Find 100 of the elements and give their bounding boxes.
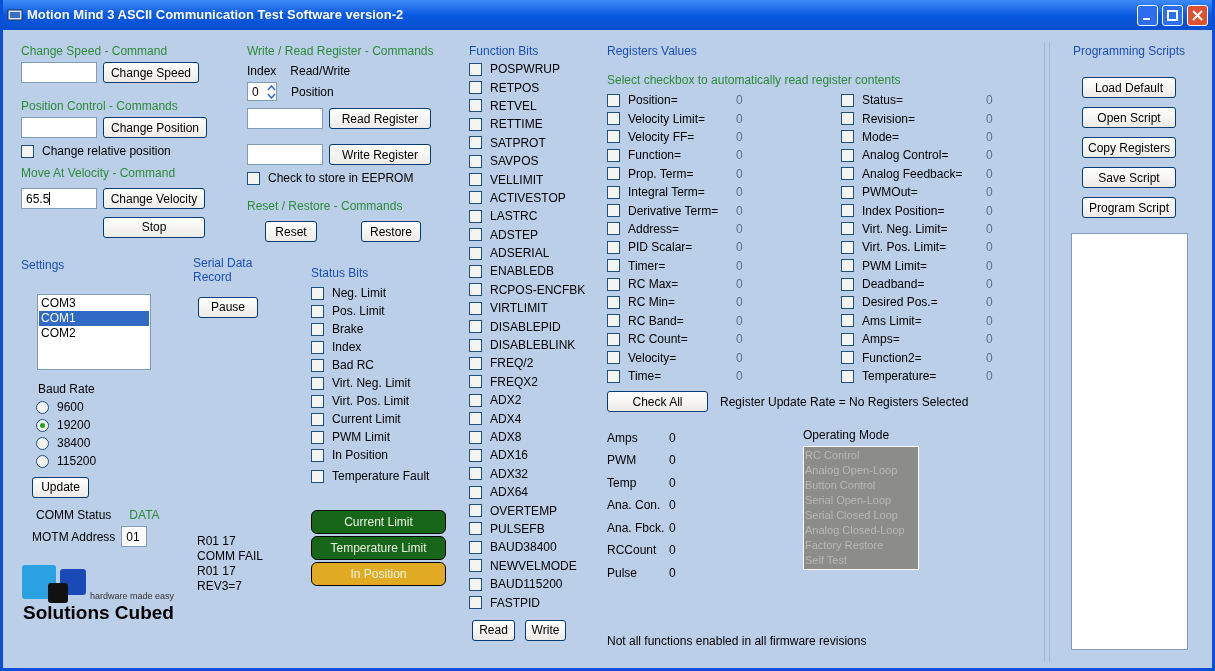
checkbox[interactable] xyxy=(607,369,620,383)
checkbox[interactable] xyxy=(469,191,482,205)
script-button[interactable]: Save Script xyxy=(1082,167,1176,188)
checkbox[interactable] xyxy=(469,412,482,426)
checkbox[interactable] xyxy=(469,485,482,499)
checkbox[interactable] xyxy=(311,394,324,408)
port-item[interactable]: COM3 xyxy=(39,296,149,311)
read-button[interactable]: Read xyxy=(472,619,515,641)
checkbox[interactable] xyxy=(469,596,482,609)
checkbox[interactable] xyxy=(607,148,620,162)
checkbox[interactable] xyxy=(841,167,854,181)
checkbox[interactable] xyxy=(841,351,854,365)
change-speed-button[interactable]: Change Speed xyxy=(103,62,199,83)
checkbox[interactable] xyxy=(469,504,482,518)
checkbox[interactable] xyxy=(469,81,482,95)
checkbox[interactable] xyxy=(247,171,260,185)
checkbox[interactable] xyxy=(469,173,482,187)
checkbox[interactable] xyxy=(607,277,620,291)
checkbox[interactable] xyxy=(841,204,854,218)
checkbox[interactable] xyxy=(469,154,482,168)
minimize-button[interactable] xyxy=(1137,4,1158,26)
checkbox[interactable] xyxy=(311,286,324,300)
checkbox[interactable] xyxy=(311,448,324,462)
checkbox[interactable] xyxy=(311,322,324,336)
port-item[interactable]: COM1 xyxy=(39,311,149,326)
checkbox[interactable] xyxy=(21,144,34,158)
radio-button[interactable] xyxy=(36,454,49,468)
script-text-area[interactable] xyxy=(1070,233,1188,650)
checkbox[interactable] xyxy=(469,375,482,389)
checkbox[interactable] xyxy=(607,93,620,107)
input-field[interactable] xyxy=(247,108,323,129)
checkbox[interactable] xyxy=(311,304,324,318)
checkbox[interactable] xyxy=(469,136,482,150)
checkbox[interactable] xyxy=(469,559,482,573)
maximize-button[interactable] xyxy=(1162,4,1183,26)
checkbox[interactable] xyxy=(469,62,482,76)
checkbox[interactable] xyxy=(311,340,324,354)
checkbox[interactable] xyxy=(469,99,482,113)
write-button[interactable]: Write xyxy=(525,619,566,641)
checkbox[interactable] xyxy=(311,376,324,390)
write-register-button[interactable]: Write Register xyxy=(329,144,431,165)
checkbox[interactable] xyxy=(841,277,854,291)
script-button[interactable]: Open Script xyxy=(1082,107,1176,128)
checkbox[interactable] xyxy=(469,393,482,407)
input-field[interactable] xyxy=(247,144,323,165)
checkbox[interactable] xyxy=(607,185,620,199)
pause-button[interactable]: Pause xyxy=(198,296,258,318)
checkbox[interactable] xyxy=(469,448,482,462)
checkbox[interactable] xyxy=(469,577,482,591)
checkbox[interactable] xyxy=(469,356,482,370)
check-all-button[interactable]: Check All xyxy=(607,391,708,413)
read-register-button[interactable]: Read Register xyxy=(329,108,431,129)
checkbox[interactable] xyxy=(469,283,482,297)
checkbox[interactable] xyxy=(841,222,854,236)
checkbox[interactable] xyxy=(607,259,620,273)
velocity-field[interactable]: 65.5 xyxy=(21,188,97,209)
close-button[interactable] xyxy=(1187,4,1208,26)
checkbox[interactable] xyxy=(841,332,854,346)
checkbox[interactable] xyxy=(469,301,482,315)
port-list[interactable]: COM3 COM1 COM2 xyxy=(37,294,151,370)
checkbox[interactable] xyxy=(469,338,482,352)
checkbox[interactable] xyxy=(469,430,482,444)
change-position-button[interactable]: Change Position xyxy=(103,117,207,138)
checkbox[interactable] xyxy=(841,296,854,309)
checkbox[interactable] xyxy=(469,320,482,334)
reset-button[interactable]: Reset xyxy=(265,221,317,242)
checkbox[interactable] xyxy=(469,246,482,260)
radio-button[interactable] xyxy=(36,436,49,450)
address-field[interactable]: 01 xyxy=(121,526,148,547)
checkbox[interactable] xyxy=(469,228,482,242)
checkbox[interactable] xyxy=(607,314,620,328)
checkbox[interactable] xyxy=(311,469,324,483)
input-field[interactable] xyxy=(21,62,97,83)
checkbox[interactable] xyxy=(841,93,854,107)
checkbox[interactable] xyxy=(607,332,620,346)
change-velocity-button[interactable]: Change Velocity xyxy=(103,188,205,209)
update-button[interactable]: Update xyxy=(32,476,89,498)
checkbox[interactable] xyxy=(841,148,854,162)
checkbox[interactable] xyxy=(841,185,854,199)
checkbox[interactable] xyxy=(841,369,854,383)
checkbox[interactable] xyxy=(607,351,620,365)
restore-button[interactable]: Restore xyxy=(361,221,421,242)
index-spinner[interactable]: 0 xyxy=(247,82,277,101)
checkbox[interactable] xyxy=(607,240,620,254)
checkbox[interactable] xyxy=(469,522,482,536)
radio-button[interactable] xyxy=(36,400,49,414)
script-button[interactable]: Program Script xyxy=(1082,197,1176,218)
radio-button[interactable] xyxy=(36,418,49,432)
checkbox[interactable] xyxy=(469,117,482,131)
checkbox[interactable] xyxy=(841,112,854,126)
input-field[interactable] xyxy=(21,117,97,138)
checkbox[interactable] xyxy=(607,204,620,218)
checkbox[interactable] xyxy=(607,296,620,309)
port-item[interactable]: COM2 xyxy=(39,326,149,341)
checkbox[interactable] xyxy=(469,467,482,481)
checkbox[interactable] xyxy=(607,167,620,181)
checkbox[interactable] xyxy=(311,412,324,426)
checkbox[interactable] xyxy=(607,112,620,126)
checkbox[interactable] xyxy=(469,209,482,223)
checkbox[interactable] xyxy=(311,358,324,372)
